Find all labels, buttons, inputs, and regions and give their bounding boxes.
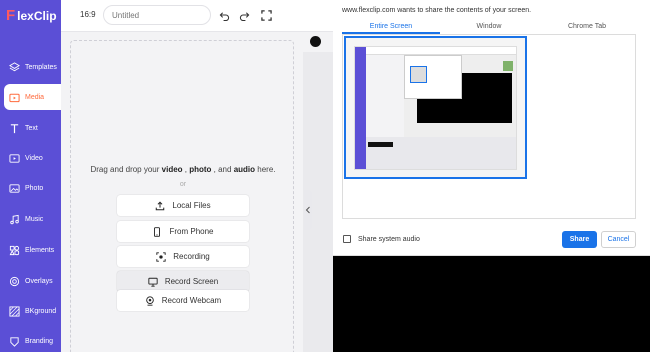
editor-toolbar: 16:9	[61, 0, 333, 32]
recording-label: Recording	[173, 252, 210, 261]
sidebar-item-label: Video	[25, 154, 43, 162]
local-files-label: Local Files	[172, 201, 211, 210]
sidebar-item-text[interactable]: Text	[0, 115, 61, 141]
collapse-panel-button[interactable]	[304, 190, 312, 230]
sidebar-item-label: Text	[25, 124, 38, 132]
sidebar-item-label: Music	[25, 215, 44, 223]
aspect-ratio-selector[interactable]: 16:9	[80, 10, 96, 19]
sidebar-item-branding[interactable]: Branding	[0, 328, 61, 352]
media-panel: Drag and drop your video , photo , and a…	[61, 32, 304, 352]
overlays-icon	[9, 276, 20, 287]
share-audio-checkbox[interactable]	[343, 235, 351, 243]
tab-entire-screen[interactable]: Entire Screen	[342, 20, 440, 34]
sidebar-item-music[interactable]: Music	[0, 206, 61, 232]
photo-icon	[9, 183, 20, 194]
music-icon	[9, 214, 20, 225]
logo-mark: F	[6, 7, 16, 24]
share-source-tabs: Entire Screen Window Chrome Tab	[342, 20, 636, 35]
sidebar-item-overlays[interactable]: Overlays	[0, 268, 61, 294]
record-screen-label: Record Screen	[164, 277, 219, 286]
chevron-left-icon	[305, 206, 310, 214]
record-screen-button[interactable]: Record Screen	[117, 271, 249, 292]
video-icon	[9, 153, 20, 164]
sidebar-item-templates[interactable]: Templates	[0, 54, 61, 80]
share-audio-toggle[interactable]: Share system audio	[343, 235, 420, 243]
record-webcam-label: Record Webcam	[161, 296, 222, 305]
phone-icon	[152, 226, 162, 237]
screen-share-dialog: www.flexclip.com wants to share the cont…	[333, 0, 650, 256]
sidebar-item-label: Elements	[25, 246, 55, 254]
recording-button[interactable]: Recording	[117, 246, 249, 267]
fit-screen-icon[interactable]	[260, 9, 272, 21]
screen-preview-image	[354, 46, 517, 170]
project-title-input[interactable]	[103, 5, 211, 25]
sidebar-item-label: Templates	[25, 63, 57, 71]
layers-icon	[9, 61, 20, 73]
background-icon	[9, 305, 20, 317]
recording-icon	[156, 251, 166, 262]
share-button[interactable]: Share	[562, 231, 597, 248]
cancel-button[interactable]: Cancel	[601, 231, 636, 248]
webcam-icon	[145, 295, 155, 306]
share-preview-area	[342, 35, 636, 219]
logo-text: lexClip	[17, 9, 57, 23]
sidebar-item-label: BKground	[25, 307, 57, 315]
sidebar-item-video[interactable]: Video	[0, 145, 61, 171]
branding-icon	[9, 336, 20, 347]
from-phone-button[interactable]: From Phone	[117, 221, 249, 242]
sidebar: F lexClip Templates Media Text Video Pho…	[0, 0, 61, 352]
upload-icon	[155, 201, 165, 211]
sidebar-item-label: Overlays	[25, 277, 53, 285]
flexclip-logo[interactable]: F lexClip	[6, 8, 57, 24]
media-folder-icon	[9, 92, 20, 103]
tab-window[interactable]: Window	[440, 20, 538, 34]
elements-icon	[9, 245, 20, 256]
share-audio-label: Share system audio	[358, 235, 420, 243]
sidebar-item-media[interactable]: Media	[4, 84, 61, 110]
sidebar-item-label: Photo	[25, 184, 44, 192]
drag-drop-hint: Drag and drop your video , photo , and a…	[90, 165, 276, 174]
share-request-message: www.flexclip.com wants to share the cont…	[342, 7, 532, 14]
sidebar-item-elements[interactable]: Elements	[0, 237, 61, 263]
undo-icon[interactable]	[218, 9, 230, 21]
text-icon	[9, 123, 20, 134]
record-webcam-button[interactable]: Record Webcam	[117, 290, 249, 311]
from-phone-label: From Phone	[169, 227, 214, 236]
cursor-dot	[310, 36, 321, 47]
sidebar-item-bkground[interactable]: BKground	[0, 298, 61, 324]
media-dropzone[interactable]: Drag and drop your video , photo , and a…	[70, 40, 294, 352]
sidebar-item-photo[interactable]: Photo	[0, 175, 61, 201]
screen-thumbnail[interactable]	[344, 36, 527, 179]
or-separator: or	[179, 181, 187, 188]
sidebar-item-label: Branding	[25, 337, 54, 345]
redo-icon[interactable]	[238, 9, 250, 21]
sidebar-item-label: Media	[25, 93, 45, 101]
monitor-icon	[148, 277, 158, 287]
tab-chrome-tab[interactable]: Chrome Tab	[538, 20, 636, 34]
local-files-button[interactable]: Local Files	[117, 195, 249, 216]
